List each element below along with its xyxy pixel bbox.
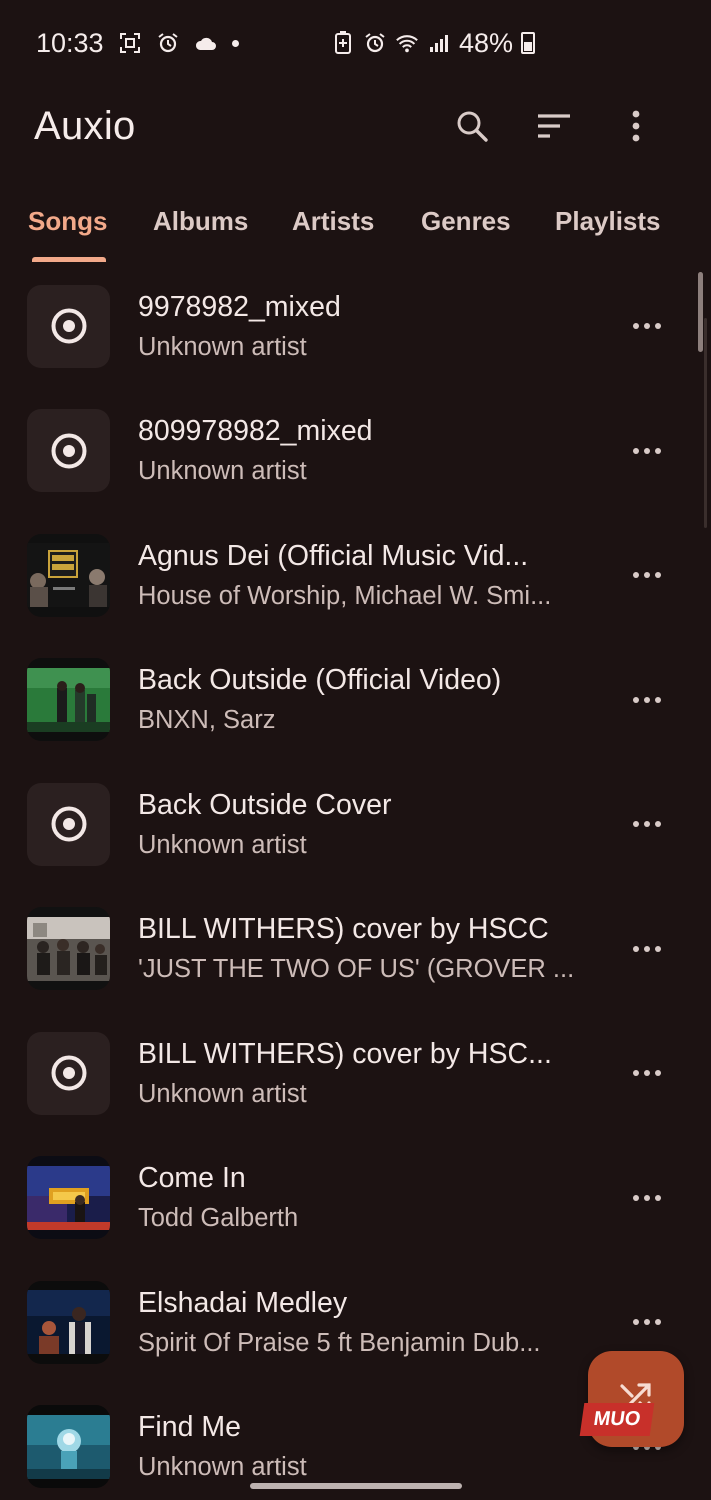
more-horiz-icon: [633, 323, 661, 330]
album-art-image: [27, 916, 110, 981]
alarm-icon: [156, 31, 180, 55]
song-title: Agnus Dei (Official Music Vid...: [138, 539, 529, 572]
album-cover: [27, 907, 110, 991]
album-art-image: [27, 543, 110, 608]
cloud-icon: [194, 31, 218, 55]
disc-icon: [51, 806, 86, 842]
watermark-logo: MUO: [579, 1403, 655, 1436]
app-bar: Auxio: [0, 86, 711, 166]
screenshot-icon: [118, 31, 142, 55]
more-vert-icon: [632, 110, 640, 142]
song-title: Come In: [138, 1162, 246, 1195]
sort-button[interactable]: [513, 96, 595, 156]
list-item[interactable]: BILL WITHERS) cover by HSC... Unknown ar…: [0, 1011, 711, 1136]
more-horiz-icon: [633, 572, 661, 579]
song-artist: Unknown artist: [138, 457, 307, 486]
album-cover: [27, 409, 110, 493]
sort-icon: [538, 114, 570, 138]
gesture-bar: [250, 1483, 462, 1489]
song-menu-button[interactable]: [627, 929, 667, 969]
list-item[interactable]: Agnus Dei (Official Music Vid... House o…: [0, 513, 711, 638]
album-art-image: [27, 1414, 110, 1479]
song-title: 9978982_mixed: [138, 290, 341, 323]
signal-icon: [427, 31, 451, 55]
album-cover: [27, 782, 110, 866]
tab-playlists[interactable]: Playlists: [555, 192, 661, 264]
more-horiz-icon: [633, 1070, 661, 1077]
notification-dot-icon: [231, 39, 239, 47]
tab-artists[interactable]: Artists: [292, 192, 374, 264]
tab-songs[interactable]: Songs: [28, 192, 107, 264]
song-title: 809978982_mixed: [138, 415, 373, 448]
song-menu-button[interactable]: [627, 1302, 667, 1342]
status-time: 10:33: [36, 27, 104, 58]
album-cover: [27, 533, 110, 617]
list-item[interactable]: Come In Todd Galberth: [0, 1136, 711, 1261]
song-title: Find Me: [138, 1411, 241, 1444]
disc-icon: [51, 308, 86, 344]
song-menu-button[interactable]: [627, 680, 667, 720]
album-art-image: [27, 667, 110, 732]
song-menu-button[interactable]: [627, 555, 667, 595]
album-cover: [27, 284, 110, 368]
search-icon: [457, 111, 488, 142]
song-menu-button[interactable]: [627, 804, 667, 844]
scroll-track: [704, 318, 707, 528]
song-menu-button[interactable]: [627, 1178, 667, 1218]
album-cover: [27, 1280, 110, 1364]
tab-albums[interactable]: Albums: [153, 192, 248, 264]
song-artist: Unknown artist: [138, 1079, 307, 1108]
song-menu-button[interactable]: [627, 431, 667, 471]
more-options-button[interactable]: [595, 96, 677, 156]
song-list: 9978982_mixed Unknown artist 809978982_m…: [0, 264, 711, 1500]
song-menu-button[interactable]: [627, 1053, 667, 1093]
tab-bar: Songs Albums Artists Genres Playlists: [0, 192, 711, 264]
song-artist: BNXN, Sarz: [138, 706, 276, 735]
song-artist: House of Worship, Michael W. Smi...: [138, 581, 552, 610]
search-button[interactable]: [431, 96, 513, 156]
more-horiz-icon: [633, 945, 661, 952]
tab-indicator: [32, 257, 106, 262]
list-item[interactable]: Back Outside Cover Unknown artist: [0, 762, 711, 887]
album-cover: [27, 658, 110, 742]
list-item[interactable]: Back Outside (Official Video) BNXN, Sarz: [0, 638, 711, 763]
battery-icon: [521, 32, 535, 54]
album-cover: [27, 1405, 110, 1489]
tab-genres[interactable]: Genres: [421, 192, 511, 264]
more-horiz-icon: [633, 1319, 661, 1326]
list-item[interactable]: BILL WITHERS) cover by HSCC 'JUST THE TW…: [0, 887, 711, 1012]
more-horiz-icon: [633, 821, 661, 828]
song-menu-button[interactable]: [627, 306, 667, 346]
list-item[interactable]: 809978982_mixed Unknown artist: [0, 389, 711, 514]
song-title: Back Outside Cover: [138, 788, 392, 821]
song-title: BILL WITHERS) cover by HSC...: [138, 1037, 552, 1070]
app-title: Auxio: [34, 103, 136, 148]
song-title: Elshadai Medley: [138, 1286, 348, 1319]
song-artist: Unknown artist: [138, 332, 307, 361]
song-artist: 'JUST THE TWO OF US' (GROVER ...: [138, 955, 575, 984]
song-artist: Unknown artist: [138, 1453, 307, 1482]
wifi-icon: [395, 31, 419, 55]
song-artist: Todd Galberth: [138, 1204, 299, 1233]
song-title: Back Outside (Official Video): [138, 664, 502, 697]
status-bar: 10:33 48%: [0, 0, 711, 86]
alarm-icon: [363, 31, 387, 55]
disc-icon: [51, 1055, 86, 1091]
song-artist: Spirit Of Praise 5 ft Benjamin Dub...: [138, 1328, 541, 1357]
album-cover: [27, 1031, 110, 1115]
song-title: BILL WITHERS) cover by HSCC: [138, 913, 549, 946]
battery-saver-icon: [331, 31, 355, 55]
album-art-image: [27, 1165, 110, 1230]
more-horiz-icon: [633, 447, 661, 454]
album-cover: [27, 1156, 110, 1240]
scrollbar-thumb[interactable]: [698, 272, 703, 352]
song-artist: Unknown artist: [138, 830, 307, 859]
list-item[interactable]: 9978982_mixed Unknown artist: [0, 264, 711, 389]
album-art-image: [27, 1290, 110, 1355]
disc-icon: [51, 433, 86, 469]
more-horiz-icon: [633, 696, 661, 703]
more-horiz-icon: [633, 1194, 661, 1201]
battery-percent: 48%: [458, 27, 513, 58]
